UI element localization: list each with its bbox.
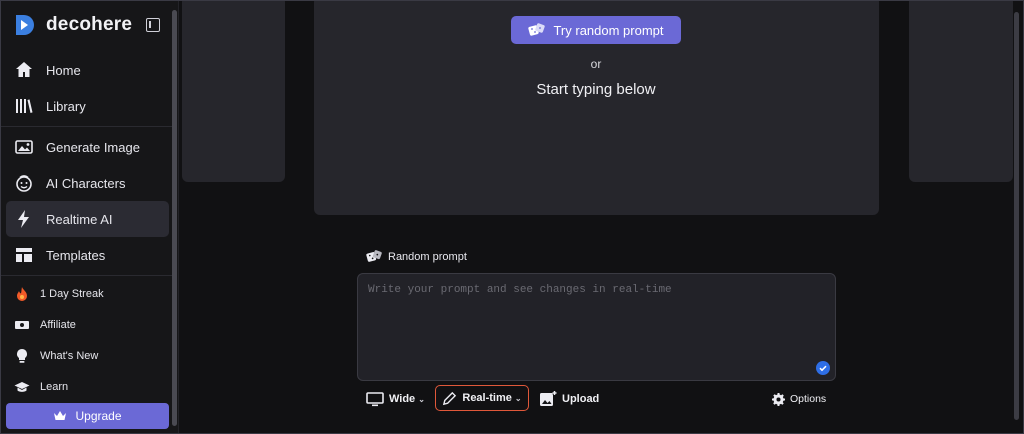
sidebar-item-label: Templates — [46, 247, 106, 263]
sidebar-item-ai-characters[interactable]: AI Characters — [6, 165, 169, 201]
start-typing-hint: Start typing below — [536, 81, 656, 98]
sidebar-item-label: Realtime AI — [46, 211, 113, 227]
sidebar-item-label: Library — [46, 98, 86, 114]
options-button[interactable]: Options — [772, 389, 826, 409]
gear-icon — [772, 392, 785, 406]
try-random-prompt-button[interactable]: Try random prompt — [511, 16, 681, 44]
sidebar-item-label: Generate Image — [46, 139, 140, 155]
main-scrollbar[interactable] — [1014, 12, 1019, 420]
prompt-box — [357, 273, 836, 381]
chevron-down-icon: ⌄ — [418, 394, 425, 404]
sidebar-item-label: Learn — [40, 380, 69, 393]
sidebar-item-whats-new[interactable]: What's New — [6, 340, 169, 371]
image-upload-icon — [540, 390, 557, 406]
chevron-down-icon: ⌄ — [514, 393, 522, 403]
upload-button[interactable]: Upload — [539, 389, 599, 409]
lightbulb-icon — [17, 348, 27, 363]
sidebar-item-label: AI Characters — [46, 175, 126, 191]
aspect-label: Wide — [389, 393, 416, 405]
dice-icon — [366, 250, 382, 262]
sidebar-scrollbar[interactable] — [172, 10, 177, 426]
sidebar-item-label: 1 Day Streak — [40, 287, 104, 300]
sidebar-item-generate-image[interactable]: Generate Image — [6, 129, 169, 165]
pencil-icon — [443, 391, 457, 405]
character-face-icon — [16, 175, 32, 192]
dice-icon — [528, 23, 546, 36]
template-layout-icon — [16, 248, 32, 262]
monitor-icon — [366, 392, 384, 407]
sidebar-item-learn[interactable]: Learn — [6, 371, 169, 402]
image-icon — [15, 140, 33, 154]
realtime-mode-dropdown[interactable]: Real-time ⌄ — [435, 385, 529, 411]
flame-icon — [17, 286, 27, 301]
sidebar-item-templates[interactable]: Templates — [6, 237, 169, 273]
options-label: Options — [790, 393, 827, 405]
lightning-icon — [18, 210, 29, 228]
sidebar-divider — [0, 126, 175, 127]
check-circle-icon[interactable] — [816, 361, 830, 375]
sidebar-secondary-nav: 1 Day Streak Affiliate What's New Learn — [6, 278, 169, 402]
sidebar-item-affiliate[interactable]: Affiliate — [6, 309, 169, 340]
sidebar-item-day-streak[interactable]: 1 Day Streak — [6, 278, 169, 309]
sidebar-divider — [0, 275, 175, 276]
prompt-input[interactable] — [366, 282, 810, 366]
decohere-logo-icon — [16, 15, 34, 35]
sidebar-nav: Home Library Generate Image AI Character… — [0, 52, 175, 402]
try-random-prompt-label: Try random prompt — [553, 22, 664, 38]
money-icon — [15, 320, 29, 329]
collapse-sidebar-icon[interactable] — [146, 18, 161, 32]
random-prompt-label: Random prompt — [388, 250, 467, 263]
sidebar-item-label: What's New — [40, 349, 99, 362]
aspect-wide-dropdown[interactable]: Wide ⌄ — [366, 389, 425, 409]
graduation-cap-icon — [14, 381, 30, 392]
realtime-label: Real-time — [462, 392, 512, 404]
crown-icon — [54, 411, 67, 420]
brand[interactable]: decohere — [12, 12, 161, 38]
upload-label: Upload — [562, 393, 600, 405]
library-icon — [16, 99, 33, 113]
upgrade-label: Upgrade — [75, 409, 122, 423]
random-prompt-link[interactable]: Random prompt — [366, 248, 467, 265]
upgrade-button[interactable]: Upgrade — [6, 403, 169, 429]
or-text: or — [590, 57, 602, 71]
brand-name: decohere — [46, 14, 133, 35]
sidebar-item-label: Affiliate — [40, 318, 76, 331]
sidebar-item-realtime-ai[interactable]: Realtime AI — [6, 201, 169, 237]
